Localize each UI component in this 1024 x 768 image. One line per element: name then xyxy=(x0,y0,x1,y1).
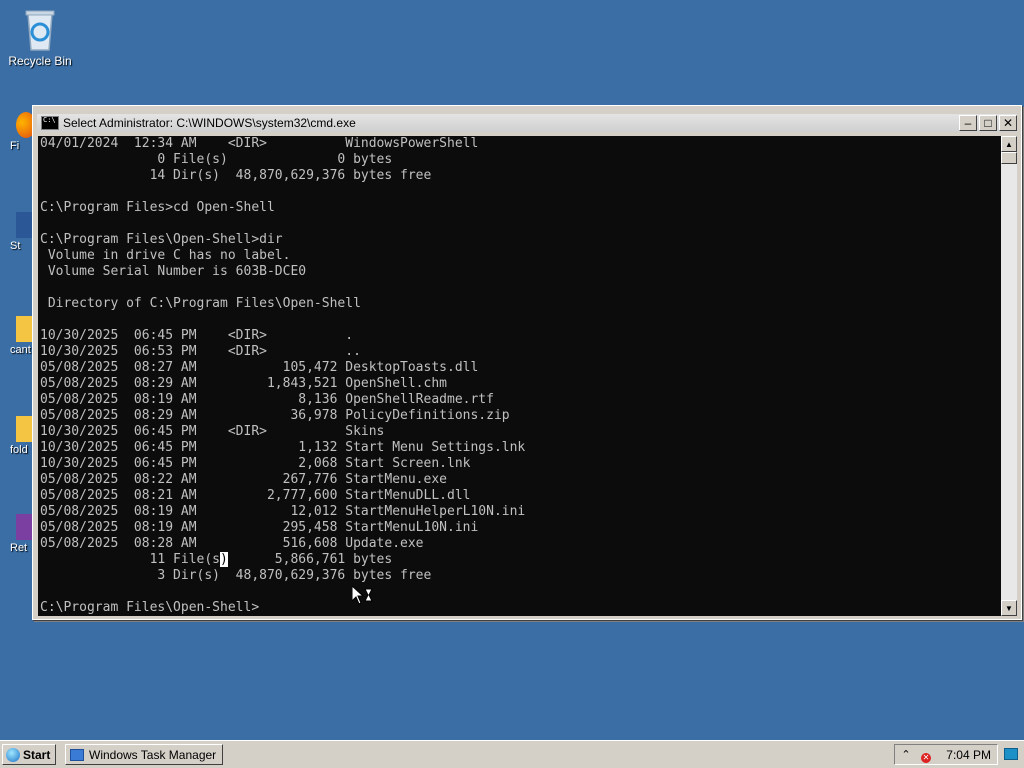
mouse-pointer-icon xyxy=(352,586,373,605)
title-bar[interactable]: Select Administrator: C:\WINDOWS\system3… xyxy=(37,114,1017,132)
show-desktop-icon[interactable] xyxy=(1004,748,1018,760)
close-button[interactable]: ✕ xyxy=(999,115,1017,131)
recycle-bin-icon xyxy=(25,10,55,51)
file-summary-line: 11 File(s) 5,866,761 bytes xyxy=(40,552,393,567)
shortcut-label: St xyxy=(10,240,21,252)
start-label: Start xyxy=(23,747,51,762)
scroll-thumb[interactable] xyxy=(1001,152,1017,164)
dir-summary-line: 3 Dir(s) 48,870,629,376 bytes free xyxy=(40,568,432,583)
scroll-down-arrow-icon[interactable]: ▼ xyxy=(1001,600,1017,616)
shortcut-label: Ret xyxy=(10,542,28,554)
recycle-bin-label: Recycle Bin xyxy=(8,54,72,68)
desktop-shortcut-2[interactable]: St xyxy=(0,212,34,252)
taskbar: Start Windows Task Manager ⌃ ✕ 7:04 PM xyxy=(0,740,1024,768)
network-error-icon[interactable]: ✕ xyxy=(921,752,931,763)
command-prompt[interactable]: C:\Program Files\Open-Shell> xyxy=(38,600,1001,616)
start-button[interactable]: Start xyxy=(2,744,56,765)
shortcut-label: fold xyxy=(10,444,28,456)
show-hidden-icons-icon[interactable]: ⌃ xyxy=(899,748,913,761)
window-title: Select Administrator: C:\WINDOWS\system3… xyxy=(63,116,356,130)
selection-cursor: ) xyxy=(220,552,228,567)
desktop-shortcut-1[interactable]: Fi xyxy=(0,112,34,152)
shortcut-label: Fi xyxy=(10,140,20,152)
shortcut-label: cant xyxy=(10,344,31,356)
cmd-window[interactable]: Select Administrator: C:\WINDOWS\system3… xyxy=(32,105,1022,620)
vertical-scrollbar[interactable]: ▲ ▼ xyxy=(1001,136,1017,616)
console-lines: 04/01/2024 12:34 AM <DIR> WindowsPowerSh… xyxy=(40,136,526,551)
scroll-up-arrow-icon[interactable]: ▲ xyxy=(1001,136,1017,152)
desktop-folder-1[interactable]: cant xyxy=(0,316,34,356)
cmd-icon xyxy=(41,116,59,130)
taskbar-item-task-manager[interactable]: Windows Task Manager xyxy=(65,744,223,765)
blank-line xyxy=(38,584,1001,600)
recycle-bin[interactable]: Recycle Bin xyxy=(0,8,80,68)
clock[interactable]: 7:04 PM xyxy=(946,748,991,762)
minimize-button[interactable]: – xyxy=(959,115,977,131)
system-tray: ⌃ ✕ 7:04 PM xyxy=(894,744,998,765)
maximize-button[interactable]: □ xyxy=(979,115,997,131)
desktop-shortcut-3[interactable]: Ret xyxy=(0,514,34,554)
desktop-folder-2[interactable]: fold xyxy=(0,416,34,456)
windows-logo-icon xyxy=(6,747,20,762)
task-manager-icon xyxy=(70,748,84,761)
taskbar-item-label: Windows Task Manager xyxy=(89,747,217,762)
console-output[interactable]: 04/01/2024 12:34 AM <DIR> WindowsPowerSh… xyxy=(38,136,1001,616)
